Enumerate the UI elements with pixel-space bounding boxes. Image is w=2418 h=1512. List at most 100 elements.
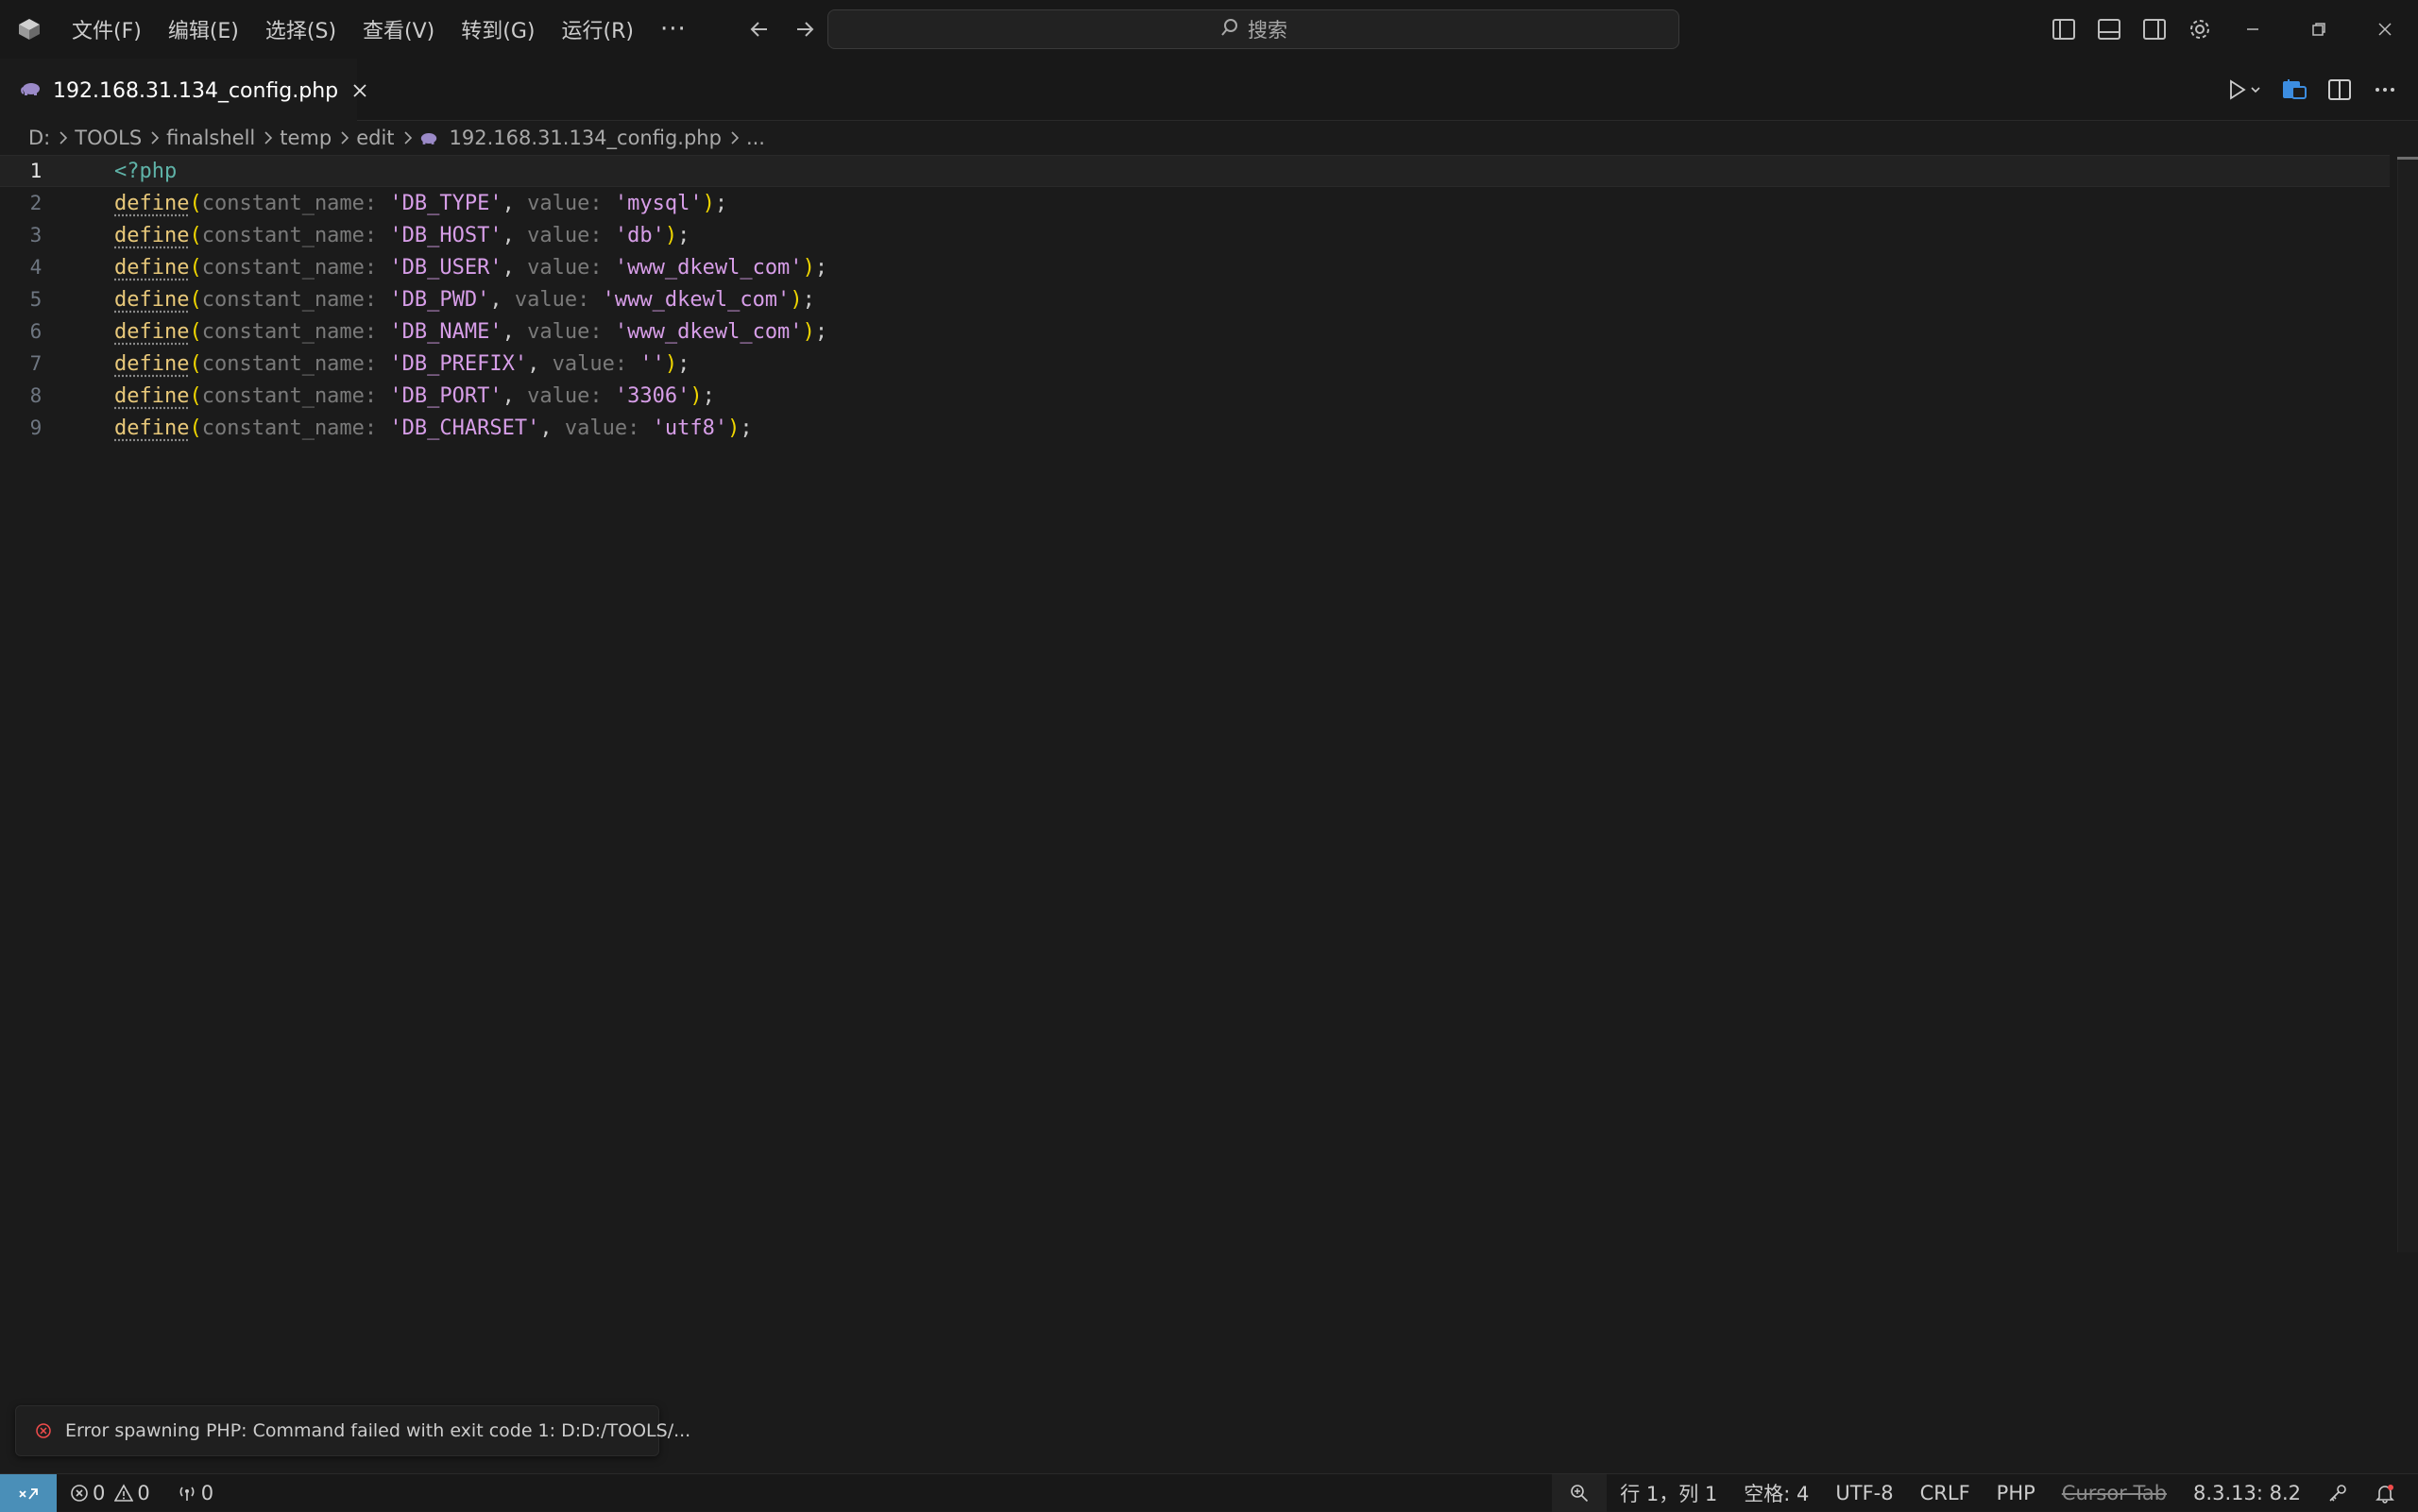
warning-triangle-icon: [114, 1484, 134, 1503]
constant-name-string: 'DB_USER': [389, 255, 502, 280]
line-number: 8: [29, 384, 43, 407]
toggle-panel-icon[interactable]: [2093, 13, 2125, 45]
open-paren: (: [189, 191, 202, 215]
command-center-search[interactable]: 搜索: [827, 9, 1679, 49]
menu-selection[interactable]: 选择(S): [252, 10, 349, 48]
search-label: 搜索: [1248, 19, 1287, 42]
param-hint-value: value:: [564, 416, 640, 440]
close-paren: ): [664, 351, 678, 376]
breadcrumb-item-tools[interactable]: TOOLS: [75, 127, 142, 149]
semicolon: ;: [677, 351, 690, 376]
breadcrumb-item-symbols[interactable]: ...: [746, 127, 765, 149]
vertical-scrollbar[interactable]: [2397, 157, 2418, 1252]
app-logo-icon[interactable]: [0, 0, 59, 59]
ports-indicator[interactable]: 0: [177, 1474, 213, 1512]
problems-indicator[interactable]: 0 0: [70, 1474, 150, 1512]
key-icon[interactable]: [2314, 1474, 2361, 1512]
error-circle-icon: [35, 1422, 52, 1439]
remote-connection-icon[interactable]: [0, 1474, 57, 1512]
breadcrumb-item-temp[interactable]: temp: [280, 127, 332, 149]
breadcrumb-file-label: 192.168.31.134_config.php: [449, 127, 722, 149]
close-paren: ): [802, 255, 815, 280]
php-elephant-icon: [419, 131, 438, 145]
comma: ,: [539, 416, 565, 440]
open-paren: (: [189, 223, 202, 247]
open-paren: (: [189, 255, 202, 280]
function-name: define: [114, 287, 190, 312]
more-actions-icon[interactable]: [2371, 74, 2399, 106]
menu-file[interactable]: 文件(F): [59, 10, 155, 48]
line-number: 4: [29, 256, 43, 279]
menu-edit[interactable]: 编辑(E): [155, 10, 252, 48]
cursor-tab-toggle[interactable]: Cursor Tab: [2049, 1474, 2180, 1512]
toggle-secondary-sidebar-icon[interactable]: [2138, 13, 2171, 45]
menu-go[interactable]: 转到(G): [448, 10, 548, 48]
code-editor[interactable]: 1 <?php 2 define(constant_name: 'DB_TYPE'…: [0, 155, 2418, 1468]
code-line[interactable]: 7 define(constant_name: 'DB_PREFIX', valu…: [0, 348, 2390, 380]
code-line[interactable]: 8 define(constant_name: 'DB_PORT', value:…: [0, 380, 2390, 412]
value-string: 'db': [614, 223, 665, 247]
zoom-icon[interactable]: [1552, 1474, 1608, 1512]
breadcrumb-item-finalshell[interactable]: finalshell: [166, 127, 255, 149]
tab-config-php[interactable]: 192.168.31.134_config.php: [0, 59, 366, 121]
constant-name-string: 'DB_CHARSET': [389, 416, 540, 440]
minimize-icon[interactable]: [2220, 0, 2286, 59]
chevron-right-icon: [149, 130, 161, 145]
file-encoding[interactable]: UTF-8: [1822, 1474, 1906, 1512]
menu-bar: 文件(F) 编辑(E) 选择(S) 查看(V) 转到(G) 运行(R) ···: [59, 0, 700, 59]
close-paren: ): [702, 191, 715, 215]
param-hint-name: constant_name:: [201, 383, 378, 408]
constant-name-string: 'DB_PREFIX': [389, 351, 528, 376]
semicolon: ;: [814, 319, 828, 344]
param-hint-name: constant_name:: [201, 351, 378, 376]
error-count: 0: [93, 1482, 106, 1504]
close-paren: ): [790, 287, 803, 312]
php-version[interactable]: 8.3.13: 8.2: [2180, 1474, 2314, 1512]
constant-name-string: 'DB_HOST': [389, 223, 502, 247]
indentation-setting[interactable]: 空格: 4: [1730, 1474, 1822, 1512]
forward-arrow-icon[interactable]: [789, 13, 821, 45]
comma: ,: [502, 383, 528, 408]
breadcrumb-item-drive[interactable]: D:: [28, 127, 50, 149]
end-of-line[interactable]: CRLF: [1907, 1474, 1984, 1512]
restore-icon[interactable]: [2286, 0, 2352, 59]
breadcrumb-item-edit[interactable]: edit: [356, 127, 394, 149]
php-elephant-icon: [21, 81, 42, 100]
function-name: define: [114, 319, 190, 344]
open-paren: (: [189, 319, 202, 344]
settings-gear-icon[interactable]: [2184, 13, 2216, 45]
code-line[interactable]: 4 define(constant_name: 'DB_USER', value:…: [0, 251, 2390, 283]
code-line[interactable]: 3 define(constant_name: 'DB_HOST', value:…: [0, 219, 2390, 251]
language-mode[interactable]: PHP: [1984, 1474, 2049, 1512]
notifications-bell-icon[interactable]: [2361, 1474, 2409, 1512]
function-name: define: [114, 255, 190, 280]
run-code-button[interactable]: [2227, 74, 2263, 106]
constant-name-string: 'DB_NAME': [389, 319, 502, 344]
code-line[interactable]: 2 define(constant_name: 'DB_TYPE', value:…: [0, 187, 2390, 219]
cursor-position[interactable]: 行 1，列 1: [1607, 1474, 1730, 1512]
close-window-icon[interactable]: [2352, 0, 2418, 59]
comma: ,: [502, 191, 528, 215]
param-hint-name: constant_name:: [201, 319, 378, 344]
back-arrow-icon[interactable]: [743, 13, 775, 45]
search-icon: [1219, 17, 1240, 42]
function-name: define: [114, 223, 190, 247]
error-notification-toast[interactable]: Error spawning PHP: Command failed with …: [15, 1405, 690, 1456]
breadcrumb-item-file[interactable]: 192.168.31.134_config.php: [419, 127, 722, 149]
function-name: define: [114, 383, 190, 408]
code-line[interactable]: 1 <?php: [0, 155, 2390, 187]
code-line[interactable]: 6 define(constant_name: 'DB_NAME', value:…: [0, 315, 2390, 348]
menu-view[interactable]: 查看(V): [349, 10, 448, 48]
line-number: 3: [29, 224, 43, 246]
code-line[interactable]: 9 define(constant_name: 'DB_CHARSET', val…: [0, 412, 2390, 444]
split-editor-icon[interactable]: [2325, 74, 2354, 106]
semicolon: ;: [814, 255, 828, 280]
value-string: '': [639, 351, 665, 376]
code-line[interactable]: 5 define(constant_name: 'DB_PWD', value: …: [0, 283, 2390, 315]
menu-run[interactable]: 运行(R): [548, 10, 646, 48]
tab-close-icon[interactable]: [351, 77, 368, 104]
param-hint-name: constant_name:: [201, 255, 378, 280]
menu-more-button[interactable]: ···: [647, 10, 700, 48]
open-preview-icon[interactable]: [2280, 74, 2308, 106]
toggle-primary-sidebar-icon[interactable]: [2048, 13, 2080, 45]
